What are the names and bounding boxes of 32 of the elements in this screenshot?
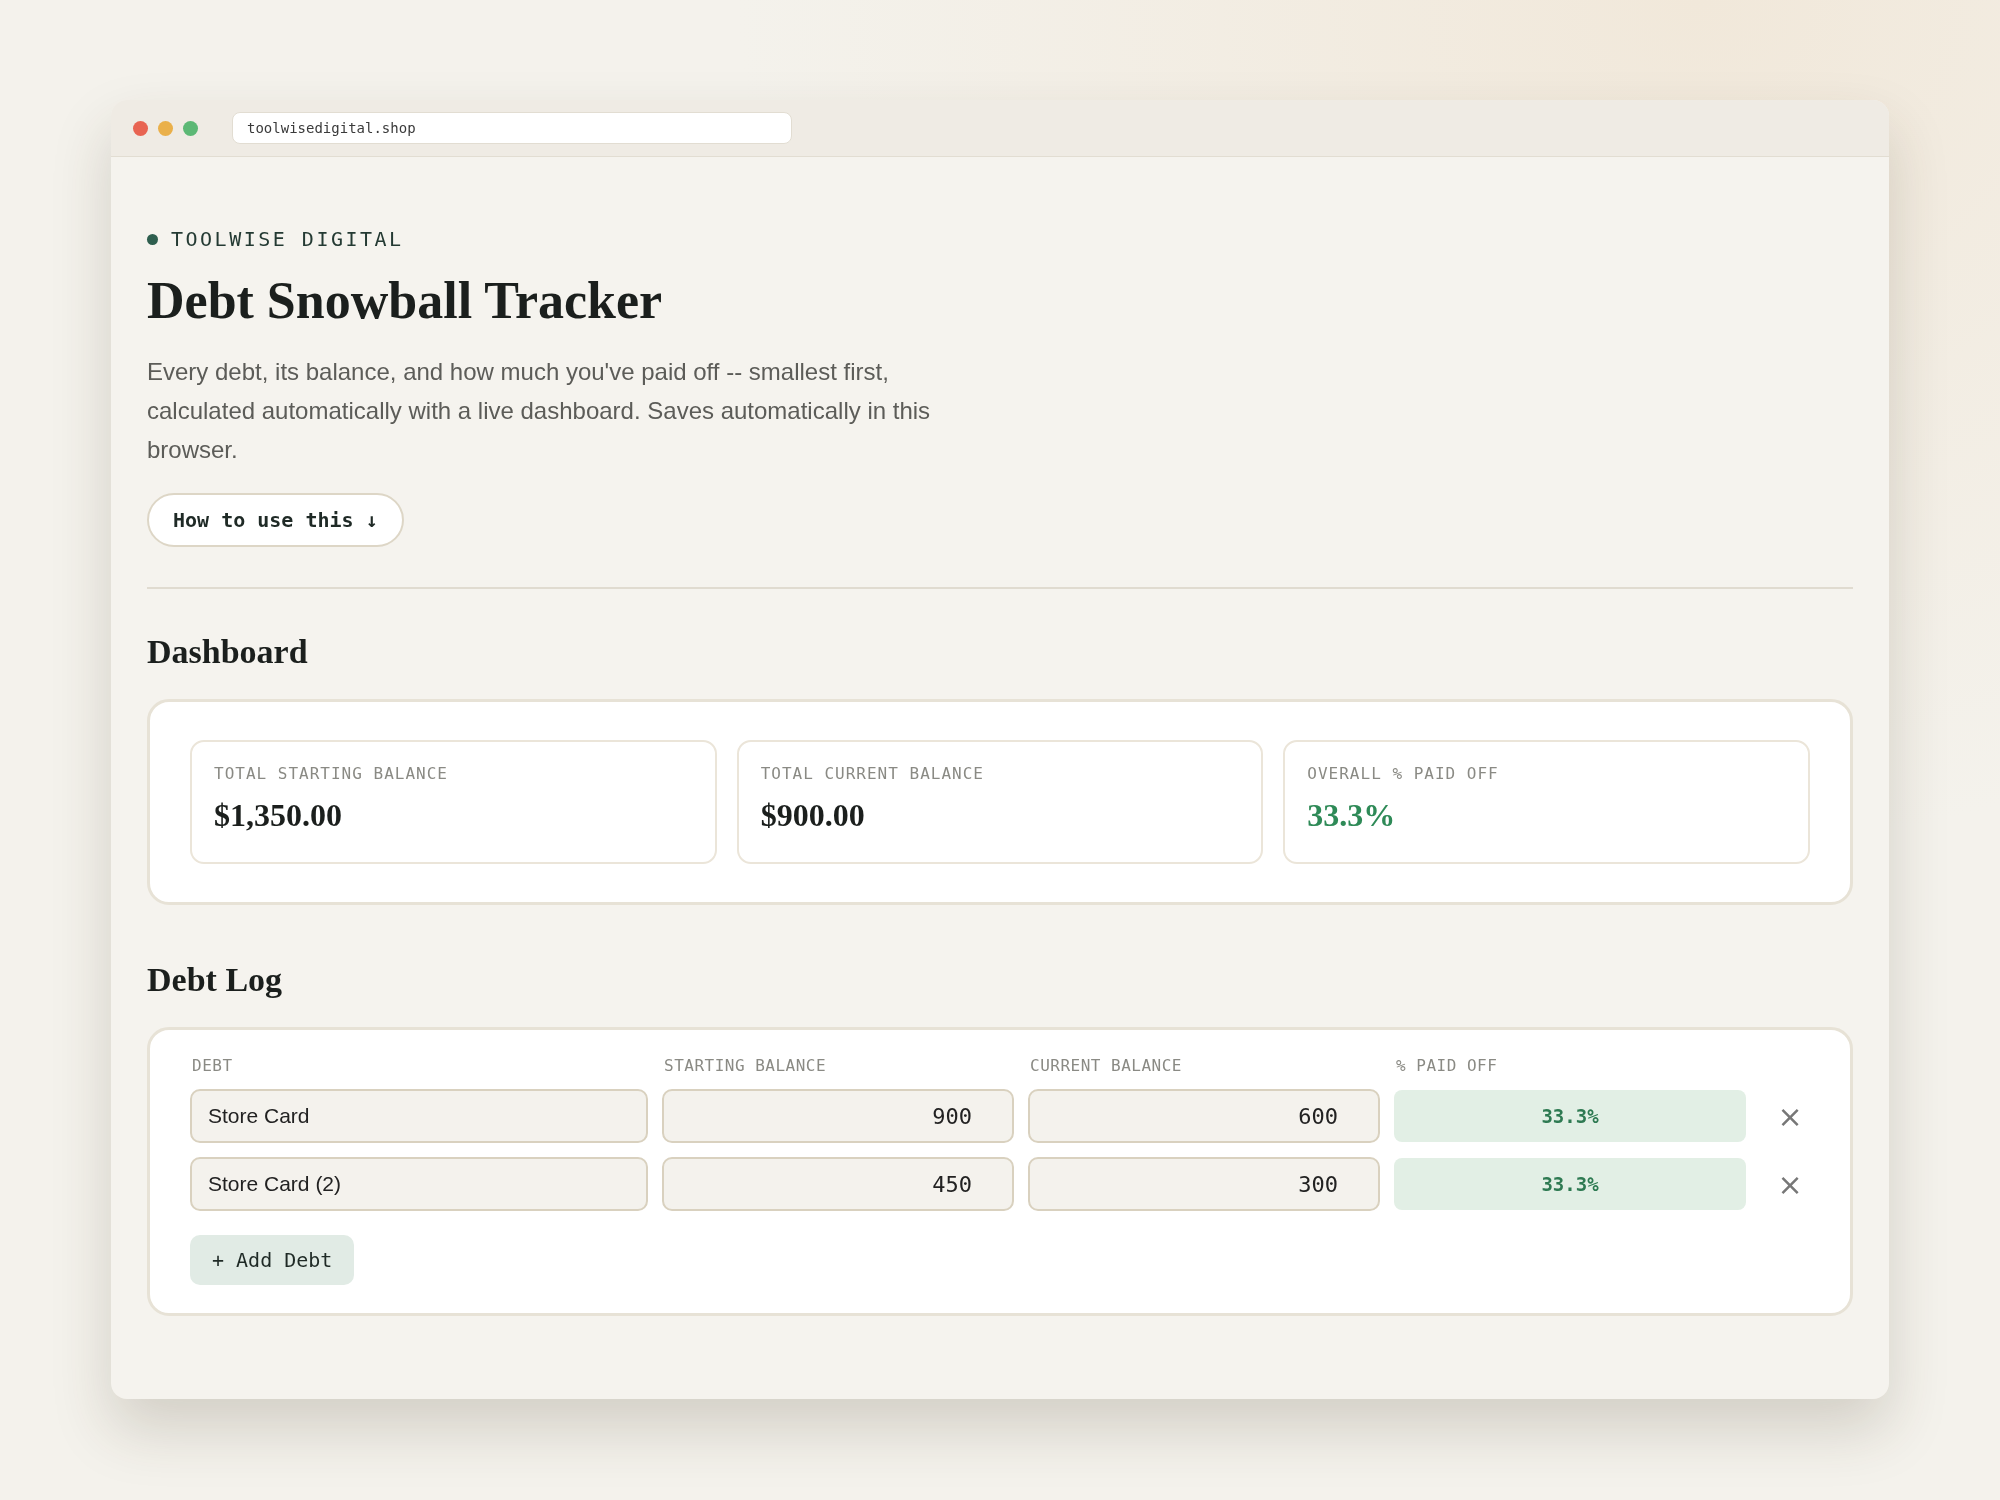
current-balance-field[interactable]: 600 [1028, 1089, 1380, 1143]
stat-label: OVERALL % PAID OFF [1307, 764, 1500, 783]
address-bar[interactable]: toolwisedigital.shop [232, 112, 792, 144]
stat-value: 33.3% [1307, 797, 1397, 834]
brand-dot-icon [147, 233, 158, 245]
page-title: Debt Snowball Tracker [147, 271, 664, 330]
column-header: CURRENT BALANCE [1029, 1056, 1183, 1075]
help-button[interactable]: How to use this ↓ [147, 493, 404, 547]
paid-off-badge: 33.3% [1394, 1090, 1746, 1142]
stat-label: TOTAL CURRENT BALANCE [760, 764, 985, 783]
section-heading: Dashboard [147, 633, 309, 671]
brand-name: TOOLWISE DIGITAL [171, 227, 404, 251]
page-description: Every debt, its balance, and how much you've paid off -- smallest first, calculated automatically with a live dashboard. Saves automatically in this browser. [147, 357, 932, 465]
starting-balance-field[interactable]: 900 [662, 1089, 1014, 1143]
column-header: % PAID OFF [1395, 1056, 1499, 1075]
close-dot[interactable] [133, 120, 148, 136]
maximize-dot[interactable] [183, 120, 198, 136]
stat-label: TOTAL STARTING BALANCE [214, 764, 449, 783]
column-header: DEBT [191, 1056, 234, 1075]
starting-balance-field[interactable]: 450 [662, 1157, 1014, 1211]
stat-value: $1,350.00 [214, 797, 343, 834]
stat-value: $900.00 [760, 797, 866, 834]
paid-off-badge: 33.3% [1394, 1158, 1746, 1210]
minimize-dot[interactable] [158, 120, 173, 136]
debt-name-field[interactable]: Store Card [190, 1089, 648, 1143]
remove-button[interactable]: × [1771, 1166, 1809, 1202]
section-heading: Debt Log [147, 961, 284, 999]
remove-button[interactable]: × [1771, 1098, 1809, 1134]
current-balance-field[interactable]: 300 [1028, 1157, 1380, 1211]
debt-name-field[interactable]: Store Card (2) [190, 1157, 648, 1211]
add-debt-button[interactable]: + Add Debt [190, 1235, 355, 1285]
column-header: STARTING BALANCE [663, 1056, 828, 1075]
